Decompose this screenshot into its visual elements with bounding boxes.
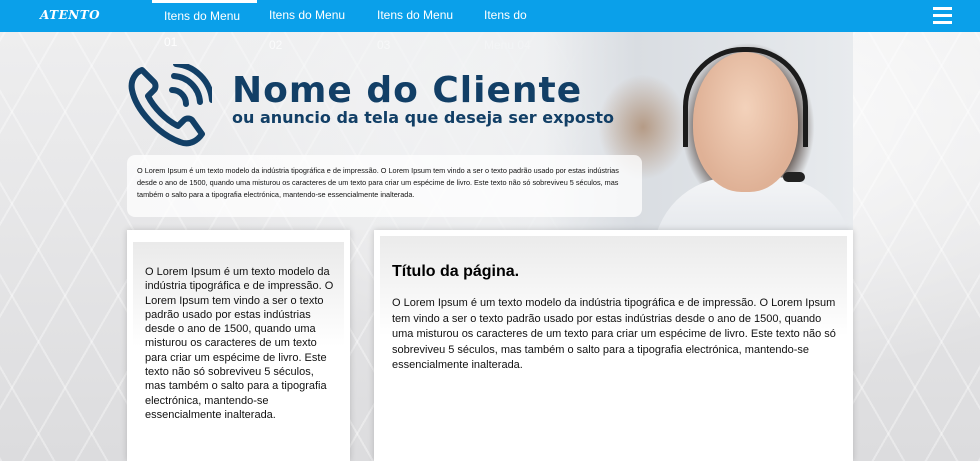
client-name-title: Nome do Cliente [232,70,583,111]
menu-item-04[interactable]: Itens do Menu 04 [472,0,572,52]
sidebar-text: O Lorem Ipsum é um texto modelo da indús… [145,266,334,421]
menu-item-03[interactable]: Itens do Menu 03 [365,0,472,52]
hero-description: O Lorem Ipsum é um texto modelo da indús… [127,155,642,217]
headset-band [683,47,808,147]
hamburger-icon[interactable] [933,7,952,25]
hero-subtitle: ou anuncio da tela que deseja ser expost… [232,108,615,127]
hamburger-line [933,7,952,10]
hamburger-line [933,14,952,17]
page-title: Título da página. [392,263,520,280]
hamburger-line [933,21,952,24]
main-content-card: Título da página. O Lorem Ipsum é um tex… [374,230,853,461]
top-navigation-bar: ATENTO Itens do Menu 01 Itens do Menu 02… [0,0,980,52]
brand-logo[interactable]: ATENTO [40,8,100,22]
main-text: O Lorem Ipsum é um texto modelo da indús… [392,297,836,371]
menu-item-01[interactable]: Itens do Menu 01 [152,0,257,49]
menu-item-02[interactable]: Itens do Menu 02 [257,0,365,52]
headset-mic [783,172,805,182]
phone-icon [128,64,212,147]
main-menu: Itens do Menu 01 Itens do Menu 02 Itens … [152,0,572,52]
sidebar-card: O Lorem Ipsum é um texto modelo da indús… [127,230,350,461]
